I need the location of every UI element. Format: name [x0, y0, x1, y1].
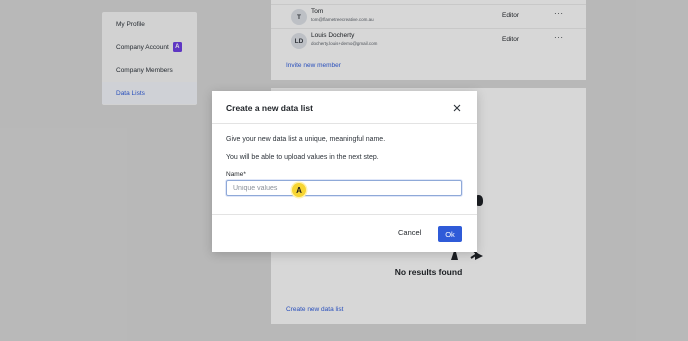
- dialog-header: Create a new data list: [212, 91, 477, 124]
- dialog-footer: Cancel Ok: [212, 214, 477, 252]
- dialog-hint: You will be able to upload values in the…: [226, 154, 379, 161]
- annotation-marker: A: [292, 183, 306, 197]
- name-label-text: Name: [226, 171, 244, 178]
- name-field-label: Name*: [226, 171, 246, 178]
- required-mark: *: [243, 171, 246, 178]
- name-input[interactable]: [226, 180, 462, 196]
- close-icon: [453, 104, 461, 112]
- cancel-button[interactable]: Cancel: [398, 228, 421, 237]
- create-data-list-dialog: Create a new data list Give your new dat…: [212, 91, 477, 252]
- ok-button[interactable]: Ok: [438, 226, 462, 242]
- dialog-title: Create a new data list: [226, 103, 313, 113]
- dialog-description: Give your new data list a unique, meanin…: [226, 136, 386, 143]
- close-button[interactable]: [450, 101, 464, 115]
